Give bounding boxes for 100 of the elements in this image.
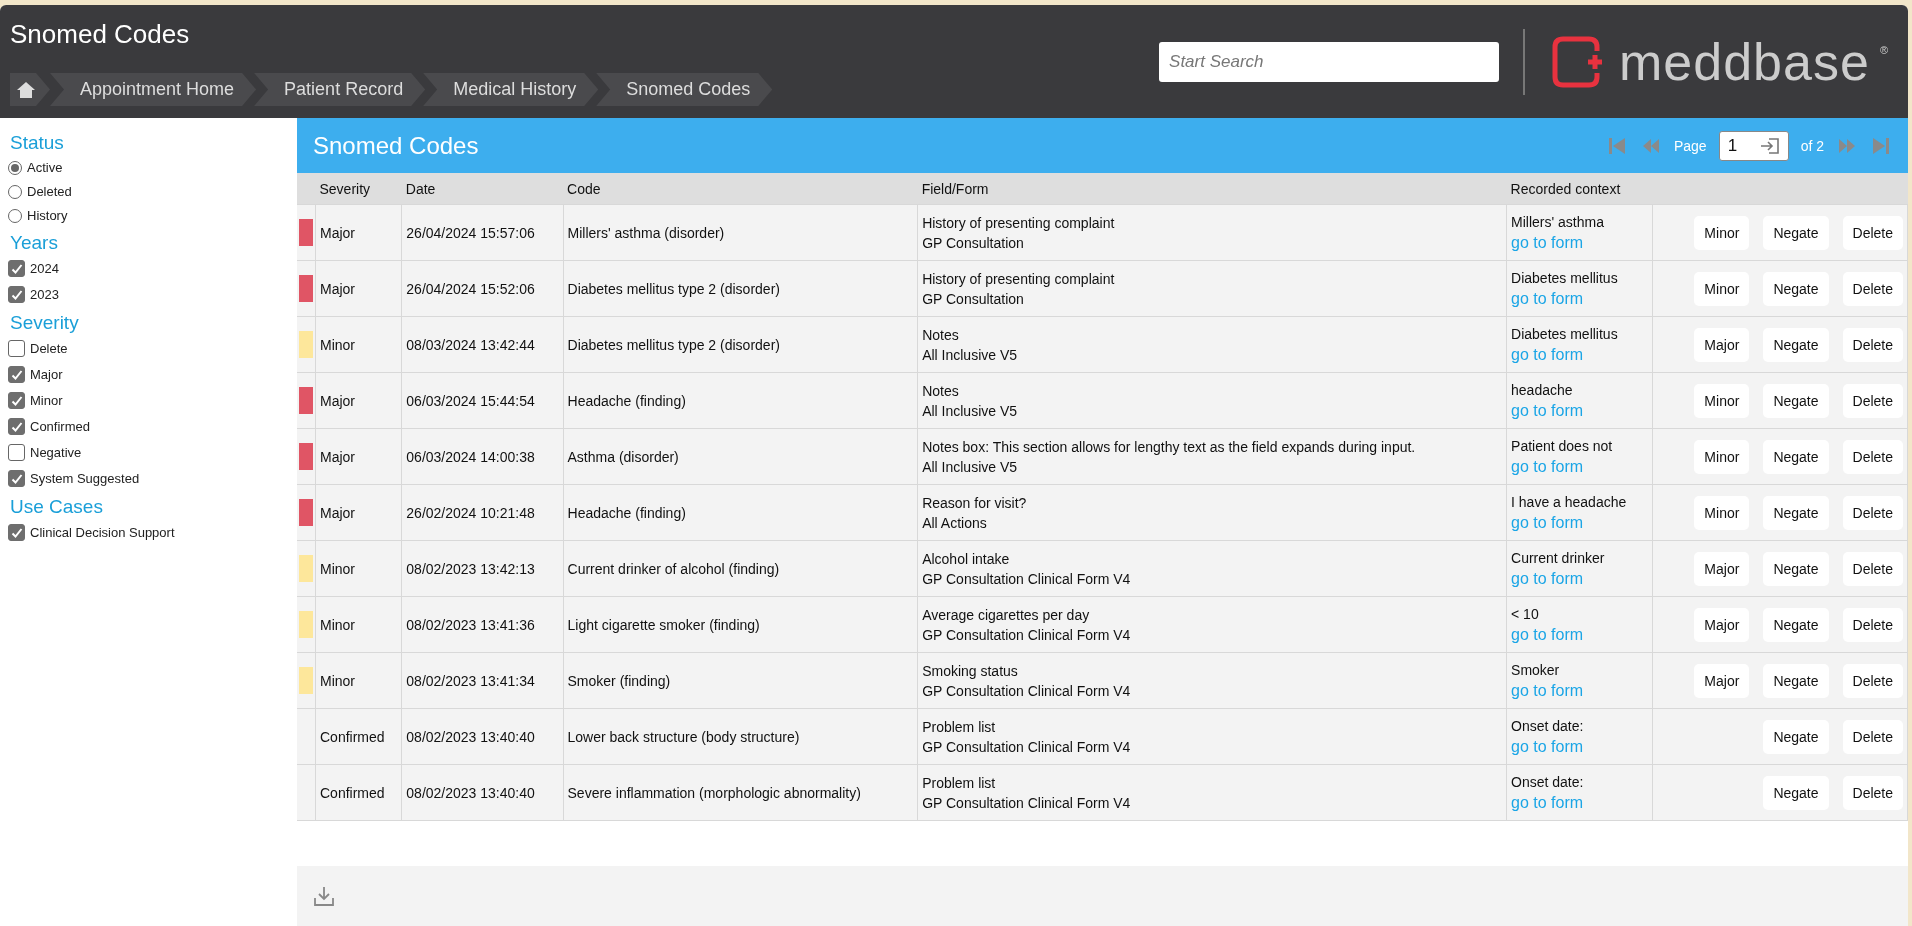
form-text: GP Consultation Clinical Form V4 [922, 794, 1132, 811]
context-text: Millers' asthma [1511, 213, 1605, 230]
form-text: GP Consultation [922, 234, 1025, 251]
action-button[interactable]: Negate [1763, 495, 1829, 530]
action-button[interactable]: Delete [1842, 271, 1903, 306]
page-total: of 2 [1800, 137, 1824, 154]
context-text: Diabetes mellitus [1511, 325, 1619, 342]
column-header: Recorded context [1506, 173, 1653, 205]
action-button[interactable]: Delete [1842, 607, 1903, 642]
action-button[interactable]: Negate [1763, 775, 1829, 810]
breadcrumb[interactable]: Patient Record [254, 73, 426, 106]
action-button[interactable]: Delete [1842, 719, 1903, 754]
filter-label: System Suggested [30, 471, 140, 486]
checkbox[interactable] [8, 260, 25, 277]
filter-label: Active [27, 160, 63, 175]
date-text: 08/02/2023 13:41:34 [406, 672, 535, 689]
action-button[interactable]: Delete [1842, 383, 1903, 418]
severity-text: Major [320, 280, 355, 297]
severity-text: Major [320, 504, 355, 521]
filter-heading: Status [10, 132, 65, 154]
action-button[interactable]: Minor [1694, 215, 1750, 250]
breadcrumb[interactable]: Appointment Home [50, 73, 257, 106]
search-field[interactable]: Start Search [1159, 41, 1500, 82]
action-button[interactable]: Delete [1842, 215, 1903, 250]
code-text: Headache (finding) [567, 392, 686, 409]
action-button[interactable]: Major [1694, 663, 1750, 698]
date-text: 08/02/2023 13:41:36 [406, 616, 535, 633]
checkbox[interactable] [8, 444, 25, 461]
context-text: Onset date: [1511, 773, 1585, 790]
filter-label: Major [30, 367, 63, 382]
action-button[interactable]: Delete [1842, 495, 1903, 530]
checkbox[interactable] [8, 366, 25, 383]
column-header: Date [401, 173, 564, 205]
form-text: All Inclusive V5 [922, 458, 1019, 475]
date-text: 08/02/2023 13:40:40 [406, 784, 535, 801]
breadcrumb[interactable]: Medical History [423, 73, 599, 106]
action-button[interactable]: Major [1694, 551, 1750, 586]
severity-text: Confirmed [320, 728, 385, 745]
checkbox[interactable] [8, 286, 25, 303]
form-text: All Inclusive V5 [922, 402, 1019, 419]
action-button[interactable]: Major [1694, 327, 1750, 362]
action-button[interactable]: Negate [1763, 719, 1829, 754]
action-button[interactable]: Minor [1694, 271, 1750, 306]
download-icon[interactable] [313, 885, 335, 907]
action-button[interactable]: Delete [1842, 551, 1903, 586]
context-text: < 10 [1511, 605, 1540, 622]
form-text: GP Consultation Clinical Form V4 [922, 570, 1132, 587]
code-text: Diabetes mellitus type 2 (disorder) [567, 336, 780, 353]
home-icon[interactable] [10, 73, 50, 106]
form-text: GP Consultation Clinical Form V4 [922, 738, 1132, 755]
action-button[interactable]: Minor [1694, 439, 1750, 474]
action-button[interactable]: Minor [1694, 383, 1750, 418]
action-button[interactable]: Delete [1842, 439, 1903, 474]
action-button[interactable]: Negate [1763, 271, 1829, 306]
action-button[interactable]: Negate [1763, 663, 1829, 698]
filter-label: Clinical Decision Support [30, 525, 175, 540]
action-button[interactable]: Major [1694, 607, 1750, 642]
field-text: History of presenting complaint [922, 270, 1116, 287]
context-text: Current drinker [1511, 549, 1606, 566]
date-text: 08/02/2023 13:42:13 [406, 560, 535, 577]
checkbox[interactable] [8, 392, 25, 409]
filter-heading: Severity [10, 312, 80, 334]
action-button[interactable]: Negate [1763, 383, 1829, 418]
severity-text: Minor [320, 560, 355, 577]
action-button[interactable]: Negate [1763, 215, 1829, 250]
code-text: Light cigarette smoker (finding) [567, 616, 760, 633]
action-button[interactable]: Negate [1763, 607, 1829, 642]
code-text: Headache (finding) [567, 504, 686, 521]
action-button[interactable]: Delete [1842, 775, 1903, 810]
code-text: Asthma (disorder) [567, 448, 679, 465]
action-button[interactable]: Negate [1763, 327, 1829, 362]
field-text: Notes box: This section allows for lengthy text as the field expands during input. [922, 438, 1417, 455]
filter-label: 2023 [30, 287, 59, 302]
date-text: 08/02/2023 13:40:40 [406, 728, 535, 745]
action-button[interactable]: Negate [1763, 439, 1829, 474]
checkbox[interactable] [8, 340, 25, 357]
action-button[interactable]: Delete [1842, 663, 1903, 698]
panel-title: Snomed Codes [313, 131, 479, 160]
code-text: Smoker (finding) [567, 672, 671, 689]
checkbox[interactable] [8, 470, 25, 487]
checkbox[interactable] [8, 524, 25, 541]
filter-label: Negative [30, 445, 82, 460]
date-text: 26/04/2024 15:52:06 [406, 280, 535, 297]
severity-text: Minor [320, 616, 355, 633]
action-button[interactable]: Negate [1763, 551, 1829, 586]
date-text: 26/02/2024 10:21:48 [406, 504, 535, 521]
code-text: Current drinker of alcohol (finding) [567, 560, 780, 577]
action-button[interactable]: Minor [1694, 495, 1750, 530]
code-text: Diabetes mellitus type 2 (disorder) [567, 280, 780, 297]
page-field[interactable]: 1 [1718, 130, 1789, 161]
action-button[interactable]: Delete [1842, 327, 1903, 362]
field-text: Average cigarettes per day [922, 606, 1091, 623]
severity-text: Minor [320, 336, 355, 353]
column-header: Code [563, 173, 918, 205]
severity-text: Minor [320, 672, 355, 689]
filter-heading: Years [10, 232, 59, 254]
go-icon[interactable] [1759, 136, 1780, 155]
checkbox[interactable] [8, 418, 25, 435]
breadcrumb[interactable]: Snomed Codes [596, 73, 773, 106]
field-text: Problem list [922, 774, 997, 791]
